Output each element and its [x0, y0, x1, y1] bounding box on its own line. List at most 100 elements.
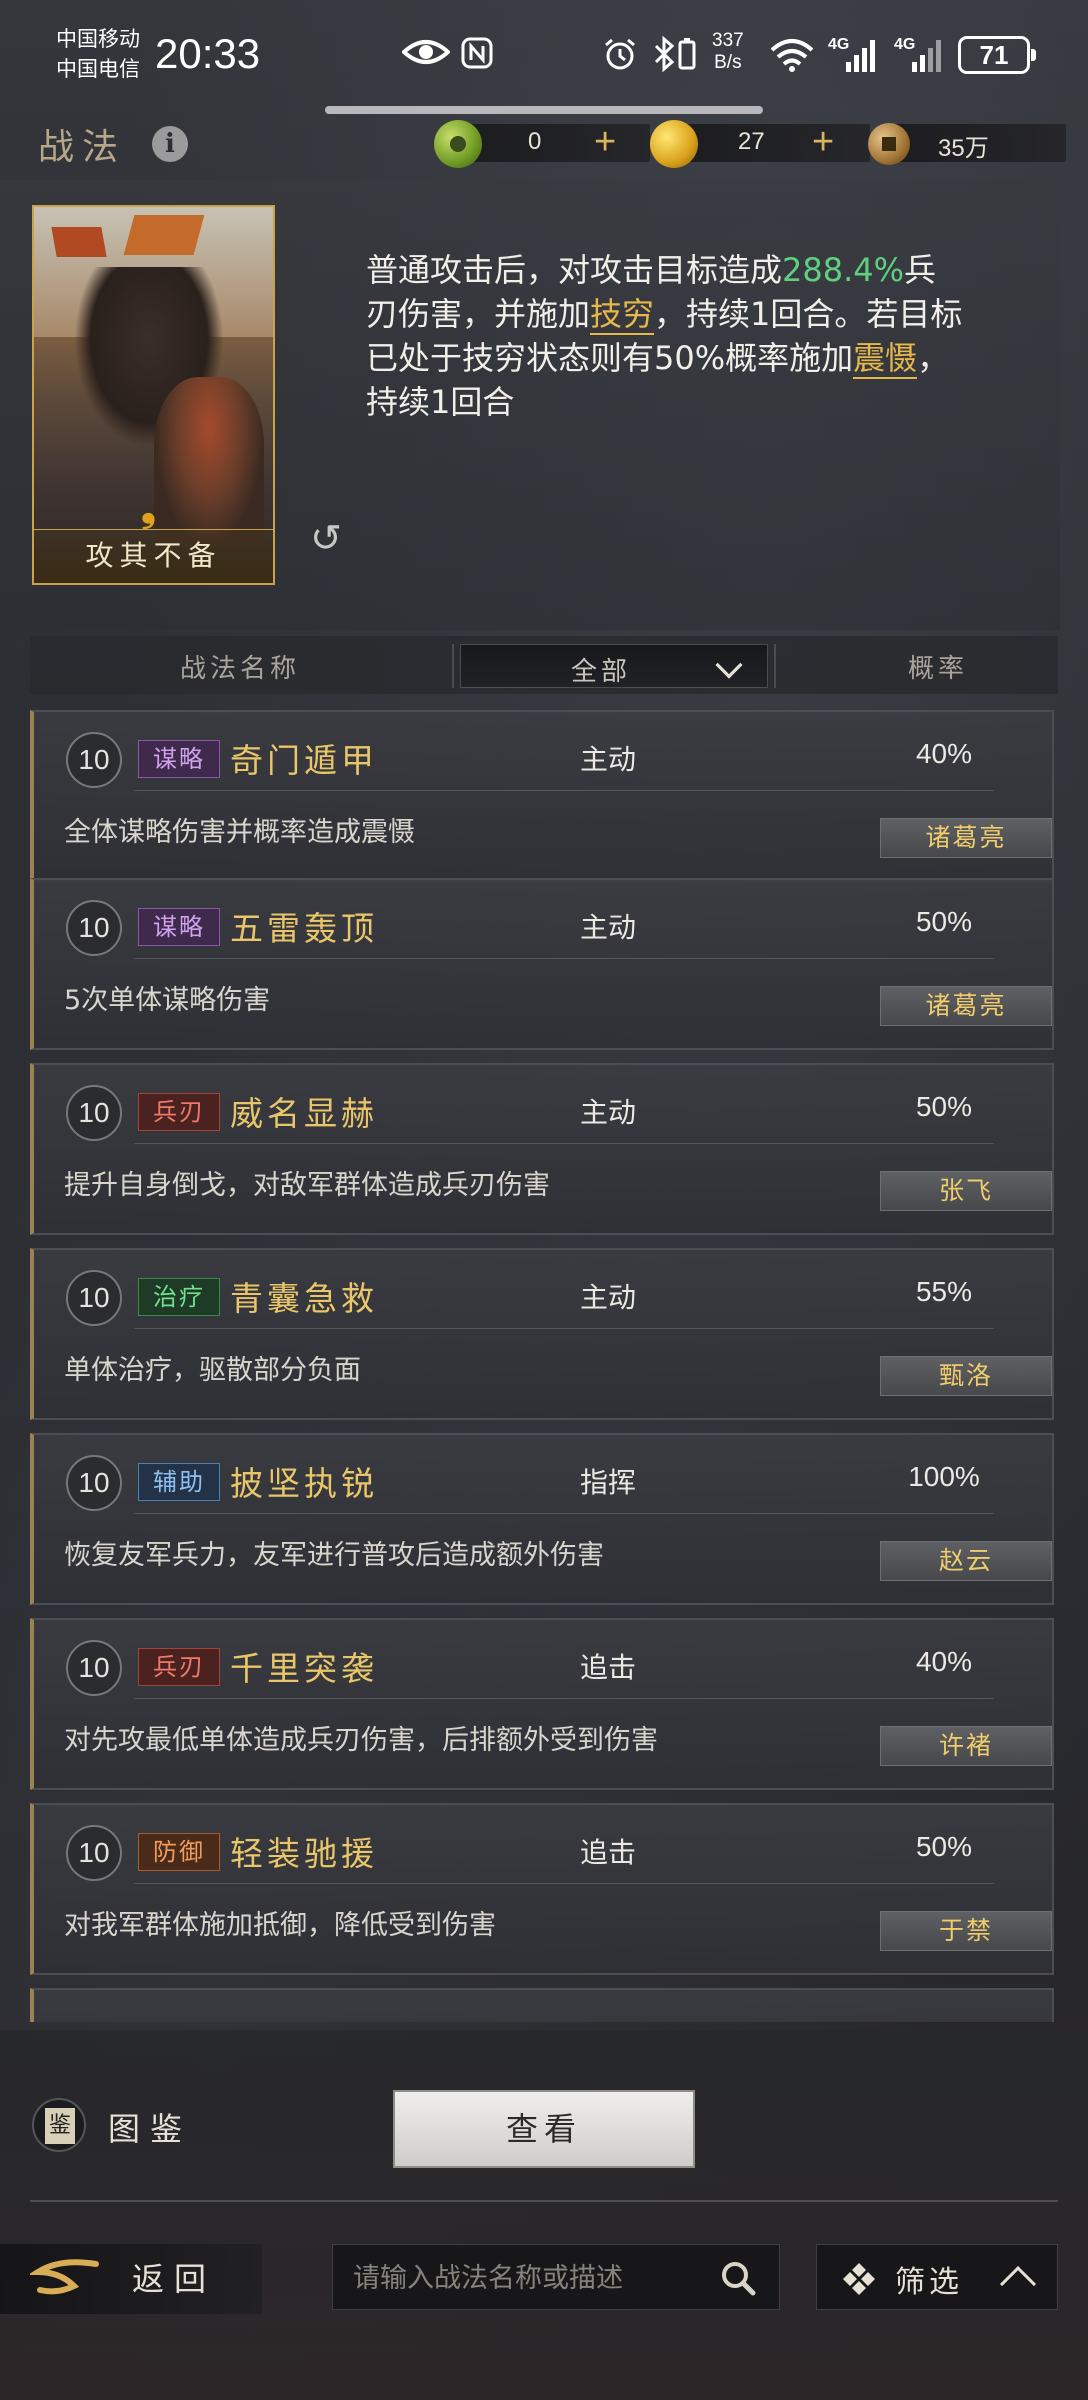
general-badge[interactable]: 诸葛亮: [880, 818, 1052, 858]
net-speed-unit: B/s: [714, 52, 742, 73]
skill-name: 威名显赫: [230, 1094, 378, 1133]
desc-text-1: 普通攻击后，对攻击目标造成: [366, 251, 783, 289]
skill-rate: 50%: [915, 906, 973, 937]
skill-row[interactable]: 10 防御 轻装驰援 追击 50% 对我军群体施加抵御，降低受到伤害 于禁: [30, 1803, 1054, 1975]
jade-currency: 0 +: [430, 120, 650, 168]
divider: [30, 2200, 1058, 2202]
bluetooth-icon: [654, 36, 696, 72]
general-badge[interactable]: 赵云: [880, 1541, 1052, 1581]
skill-category-tag: 兵刃: [138, 1093, 220, 1131]
filter-button[interactable]: 筛选: [816, 2244, 1058, 2310]
general-badge[interactable]: 于禁: [880, 1911, 1052, 1951]
general-badge[interactable]: 许褚: [880, 1726, 1052, 1766]
skill-rate: 50%: [915, 1831, 973, 1862]
nfc-icon: [461, 37, 493, 69]
skill-rate: 50%: [915, 1091, 973, 1122]
skill-level: 10: [66, 1640, 122, 1696]
general-badge[interactable]: 诸葛亮: [880, 986, 1052, 1026]
wifi-icon: [770, 39, 814, 72]
skill-summary: 全体谋略伤害并概率造成震慑: [64, 817, 415, 848]
back-label[interactable]: 返回: [132, 2254, 216, 2300]
add-jade-button[interactable]: +: [594, 122, 616, 162]
alarm-icon: [605, 38, 635, 70]
skill-rate: 100%: [908, 1461, 980, 1492]
carriers: 中国移动 中国电信: [56, 24, 140, 84]
skill-row-partial[interactable]: [30, 1988, 1054, 2022]
column-rate: 概率: [908, 654, 969, 684]
carrier-1: 中国移动: [56, 27, 140, 51]
skill-row[interactable]: 10 兵刃 千里突袭 追击 40% 对先攻最低单体造成兵刃伤害，后排额外受到伤害…: [30, 1618, 1054, 1790]
skill-summary: 提升自身倒戈，对敌军群体造成兵刃伤害: [64, 1170, 550, 1201]
skill-type: 追击: [580, 1651, 637, 1684]
skill-category-tag: 治疗: [138, 1278, 220, 1316]
skill-category-tag: 谋略: [138, 740, 220, 778]
skill-rate: 40%: [915, 1646, 973, 1677]
skill-name: 披坚执锐: [230, 1464, 378, 1503]
type-filter-dropdown[interactable]: 全部: [460, 644, 768, 688]
skill-level: 10: [66, 732, 122, 788]
skill-category-tag: 辅助: [138, 1463, 220, 1501]
type-filter-value: 全部: [571, 657, 632, 687]
skill-row[interactable]: 10 兵刃 威名显赫 主动 50% 提升自身倒戈，对敌军群体造成兵刃伤害 张飞: [30, 1063, 1054, 1235]
keyword-jiqiong-link[interactable]: 技穷: [590, 295, 655, 335]
filter-diamond-icon: [843, 2263, 875, 2295]
status-bar: 中国移动 中国电信 20:33 337 B/s 4G 4G 71: [0, 0, 1088, 114]
signal-1-bars-icon: [846, 40, 876, 72]
page-title: 战法: [38, 127, 127, 168]
skill-name: 青囊急救: [230, 1279, 378, 1318]
column-skill-name: 战法名称: [180, 654, 301, 684]
refresh-icon[interactable]: ↺: [305, 517, 347, 559]
add-gold-button[interactable]: +: [812, 122, 834, 162]
desc-damage-pct: 288.4%: [782, 251, 905, 289]
skill-level: 10: [66, 1085, 122, 1141]
back-arrow-icon: [30, 2259, 99, 2295]
general-badge[interactable]: 甄洛: [880, 1356, 1052, 1396]
skill-rate: 40%: [915, 738, 973, 769]
top-drag-handle[interactable]: [325, 106, 763, 114]
skill-summary: 恢复友军兵力，友军进行普攻后造成额外伤害: [64, 1540, 604, 1571]
chevron-down-icon: [715, 651, 743, 679]
catalog-label[interactable]: 图鉴: [108, 2104, 192, 2150]
skill-row[interactable]: 10 谋略 奇门遁甲 主动 40% 全体谋略伤害并概率造成震慑 诸葛亮: [30, 710, 1054, 882]
clock: 20:33: [155, 30, 261, 77]
skill-description: 普通攻击后，对攻击目标造成288.4%兵刃伤害，并施加技穷，持续1回合。若目标已…: [366, 248, 966, 424]
gold-currency: 27 +: [648, 120, 870, 168]
skill-row[interactable]: 10 谋略 五雷轰顶 主动 50% 5次单体谋略伤害 诸葛亮: [30, 878, 1054, 1050]
skill-name: 奇门遁甲: [230, 741, 378, 780]
skill-type: 主动: [580, 1096, 637, 1129]
skill-summary: 5次单体谋略伤害: [64, 985, 271, 1016]
info-icon[interactable]: i: [152, 126, 188, 162]
skill-summary: 单体治疗，驱散部分负面: [64, 1355, 361, 1386]
search-input[interactable]: [353, 2259, 713, 2297]
gold-coin-icon: [650, 120, 698, 168]
skill-row[interactable]: 10 治疗 青囊急救 主动 55% 单体治疗，驱散部分负面 甄洛: [30, 1248, 1054, 1420]
net-speed-value: 337: [712, 30, 744, 51]
skill-type: 追击: [580, 1836, 637, 1869]
eye-icon: [402, 40, 450, 64]
skill-category-tag: 防御: [138, 1833, 220, 1871]
skill-rate: 55%: [915, 1276, 973, 1307]
search-icon[interactable]: [719, 2259, 757, 2297]
battery-indicator: 71: [958, 36, 1036, 74]
copper-currency: 35万: [866, 120, 1066, 166]
chevron-up-icon: [999, 2265, 1037, 2303]
skill-type: 主动: [580, 743, 637, 776]
skill-type: 指挥: [580, 1466, 637, 1499]
catalog-icon[interactable]: [32, 2098, 86, 2152]
skill-list[interactable]: 10 谋略 奇门遁甲 主动 40% 全体谋略伤害并概率造成震慑 诸葛亮 10 谋…: [30, 710, 1058, 2022]
copper-coin-icon: [868, 123, 910, 165]
carrier-2: 中国电信: [56, 57, 140, 81]
search-box[interactable]: [332, 2244, 780, 2310]
filter-label: 筛选: [895, 2265, 963, 2300]
keyword-zhenshe-link[interactable]: 震慑: [853, 339, 918, 379]
skill-level: 10: [66, 1270, 122, 1326]
skill-level: 10: [66, 1455, 122, 1511]
skill-summary: 对我军群体施加抵御，降低受到伤害: [64, 1910, 496, 1941]
skill-name: 轻装驰援: [230, 1834, 378, 1873]
skill-card[interactable]: ❟ 攻其不备: [32, 205, 275, 585]
general-badge[interactable]: 张飞: [880, 1171, 1052, 1211]
skill-row[interactable]: 10 辅助 披坚执锐 指挥 100% 恢复友军兵力，友军进行普攻后造成额外伤害 …: [30, 1433, 1054, 1605]
view-button[interactable]: 查看: [393, 2090, 695, 2168]
skill-category-tag: 谋略: [138, 908, 220, 946]
skill-name: 千里突袭: [230, 1649, 378, 1688]
